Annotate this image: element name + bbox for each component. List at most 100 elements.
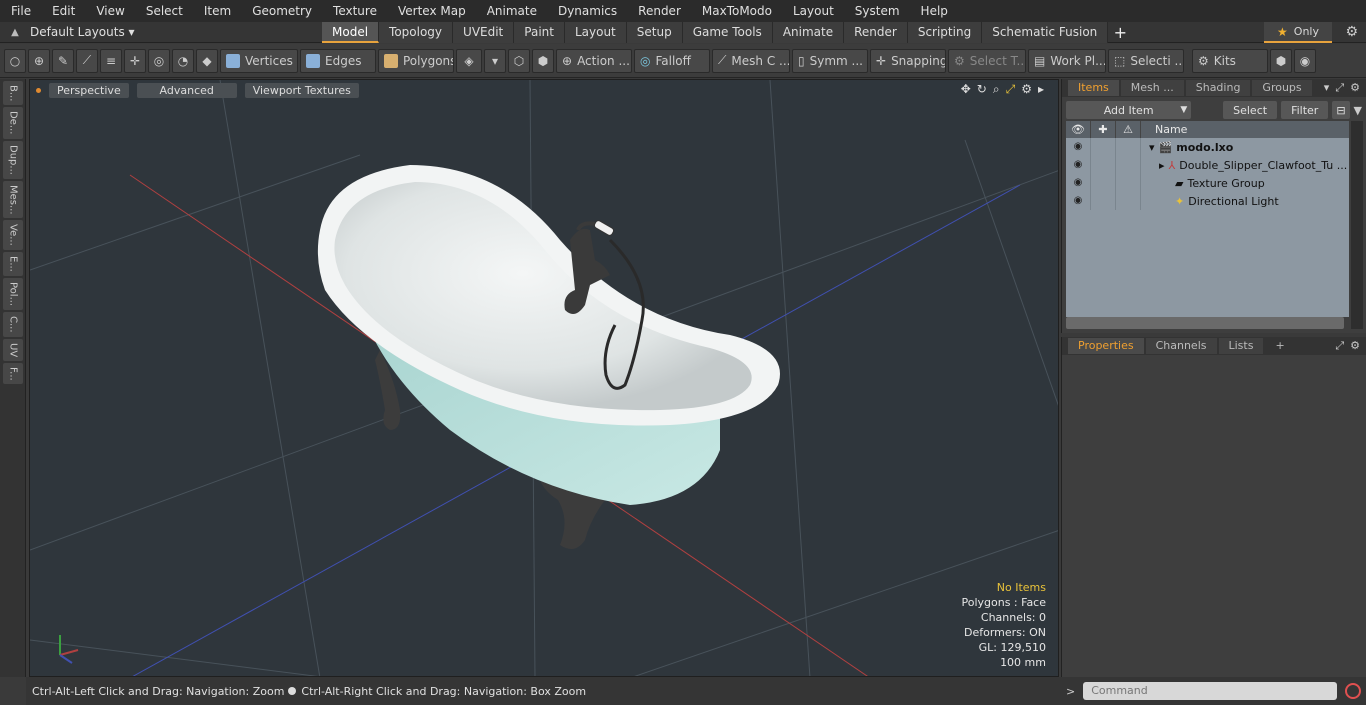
left-tab-fusion[interactable]: F... [3,362,23,385]
menu-animate[interactable]: Animate [476,0,547,22]
edges-button[interactable]: Edges [300,48,376,73]
panel-expand-icon[interactable]: ⤢ [1335,339,1344,353]
collapse-icon[interactable]: ⊟ [1332,101,1350,119]
globe-icon[interactable]: ⊕ [28,48,50,73]
pie-icon[interactable]: ◔ [172,48,194,73]
select-through-button[interactable]: ⚙ Select T... [948,48,1026,73]
left-tab-deform[interactable]: De... [3,107,23,139]
add-item-button[interactable]: Add Item ▼ [1066,101,1192,119]
mesh-constraints-button[interactable]: ⟋ Mesh C ... [712,48,790,73]
left-tab-curve[interactable]: C... [3,311,23,337]
perspective-button[interactable]: Perspective [49,82,129,98]
tab-shading[interactable]: Shading [1185,80,1251,96]
item-tree-horizontal-scrollbar[interactable] [1066,317,1344,329]
shield-icon[interactable]: ⬡ [508,48,530,73]
align-icon[interactable]: ≡ [100,48,122,73]
tree-row[interactable]: ◉ ▰ Texture Group [1066,174,1349,192]
tree-row[interactable]: ◉ ✦ Directional Light [1066,192,1349,210]
panel-gear-icon[interactable]: ⚙ [1350,339,1360,353]
menu-render[interactable]: Render [627,0,691,22]
menu-dynamics[interactable]: Dynamics [547,0,627,22]
kits-button[interactable]: ⚙ Kits [1192,48,1268,73]
workplane-button[interactable]: ▤ Work Pl... [1028,48,1106,73]
pan-icon[interactable]: ✥ [961,82,971,97]
expand-arrow-icon[interactable]: ▾ [1149,141,1155,154]
center-icon[interactable]: ✛ [124,48,146,73]
tab-animate[interactable]: Animate [772,21,845,43]
eye-icon[interactable]: ◉ [1066,192,1091,210]
snapping-button[interactable]: ✛ Snapping [870,48,946,73]
menu-layout[interactable]: Layout [782,0,844,22]
menu-texture[interactable]: Texture [322,0,387,22]
symmetry-button[interactable]: ▯ Symm ... [792,48,868,73]
command-input[interactable]: Command [1083,682,1338,700]
items-panel-vertical-scrollbar[interactable] [1351,121,1363,329]
layout-dropdown[interactable]: ▲ Default Layouts ▾ [0,22,322,43]
left-tab-basic[interactable]: B... [3,81,23,106]
vertices-button[interactable]: Vertices [220,48,298,73]
viewport-gear-icon[interactable]: ⚙ [1021,82,1032,97]
eye-icon[interactable]: ◉ [1066,174,1091,192]
left-tab-edge[interactable]: E... [3,252,23,276]
collapse-arrow-icon[interactable]: ▸ [1159,159,1165,172]
left-tab-vertex[interactable]: Ve... [3,220,23,251]
menu-view[interactable]: View [85,0,134,22]
zoom-icon[interactable]: ⌕ [993,82,1000,97]
rotate-icon[interactable]: ↻ [977,82,987,97]
box-select-icon[interactable]: ◎ [148,48,170,73]
tab-scripting[interactable]: Scripting [907,21,983,43]
menu-item[interactable]: Item [193,0,241,22]
add-panel-tab-plus-icon[interactable]: + [1265,338,1294,354]
tab-setup[interactable]: Setup [626,21,683,43]
selection-sets-button[interactable]: ⬚ Selecti ... [1108,48,1184,73]
play-arrow-icon[interactable]: ▸ [1038,82,1044,97]
funnel-icon[interactable]: ▼ [1354,104,1362,117]
menu-select[interactable]: Select [135,0,193,22]
3d-viewport[interactable]: Perspective Advanced Viewport Textures ✥… [29,79,1059,677]
viewport-textures-button[interactable]: Viewport Textures [244,82,359,98]
tab-lists[interactable]: Lists [1218,338,1264,354]
tab-game-tools[interactable]: Game Tools [682,21,773,43]
left-tab-mesh-edit[interactable]: Mes... [3,180,23,219]
left-tab-uv[interactable]: UV [3,338,23,361]
tab-channels[interactable]: Channels [1145,338,1217,354]
tab-paint[interactable]: Paint [514,21,565,43]
shield-alt-icon[interactable]: ⬢ [532,48,554,73]
menu-file[interactable]: File [0,0,41,22]
tree-row[interactable]: ◉ ▾ 🎬 modo.lxo [1066,138,1349,156]
gear-icon[interactable]: ⚙ [1345,24,1358,40]
select-button[interactable]: Select [1223,101,1278,119]
tab-layout[interactable]: Layout [564,21,627,43]
select-circle-icon[interactable]: ○ [4,48,26,73]
brush-icon[interactable]: ⟋ [76,48,98,73]
left-tab-polygon[interactable]: Pol... [3,277,23,310]
tab-render[interactable]: Render [844,21,908,43]
panel-gear-icon[interactable]: ⚙ [1350,81,1360,95]
action-center-button[interactable]: ⊕ Action ... [556,48,632,73]
tree-row[interactable]: ◉ ▸ ⅄ Double_Slipper_Clawfoot_Tu ... [1066,156,1349,174]
falloff-button[interactable]: ◎ Falloff [634,48,710,73]
menu-system[interactable]: System [844,0,910,22]
menu-help[interactable]: Help [910,0,958,22]
eye-icon[interactable]: ◉ [1066,156,1091,174]
menu-vertex-map[interactable]: Vertex Map [387,0,476,22]
pen-icon[interactable]: ✎ [52,48,74,73]
cube-icon[interactable]: ⬢ [1270,48,1292,73]
panel-menu-chevron-icon[interactable]: ▾ [1324,81,1330,95]
menu-geometry[interactable]: Geometry [241,0,322,22]
tab-schematic-fusion[interactable]: Schematic Fusion [982,21,1109,43]
menu-edit[interactable]: Edit [41,0,85,22]
tab-model[interactable]: Model [322,21,380,43]
add-tab-plus-icon[interactable]: + [1108,23,1132,42]
material-mode-icon[interactable]: ◈ [456,48,482,73]
advanced-button[interactable]: Advanced [136,82,237,98]
polygons-button[interactable]: Polygons [378,48,454,73]
tab-properties[interactable]: Properties [1068,338,1144,354]
filter-button[interactable]: Filter [1281,101,1329,119]
unreal-icon[interactable]: ◉ [1294,48,1316,73]
tab-mesh[interactable]: Mesh ... [1120,80,1184,96]
record-macro-icon[interactable] [1345,683,1362,699]
tab-items[interactable]: Items [1068,80,1119,96]
collapse-up-icon[interactable]: ▲ [0,27,30,38]
only-toggle[interactable]: ★ Only [1264,22,1332,43]
